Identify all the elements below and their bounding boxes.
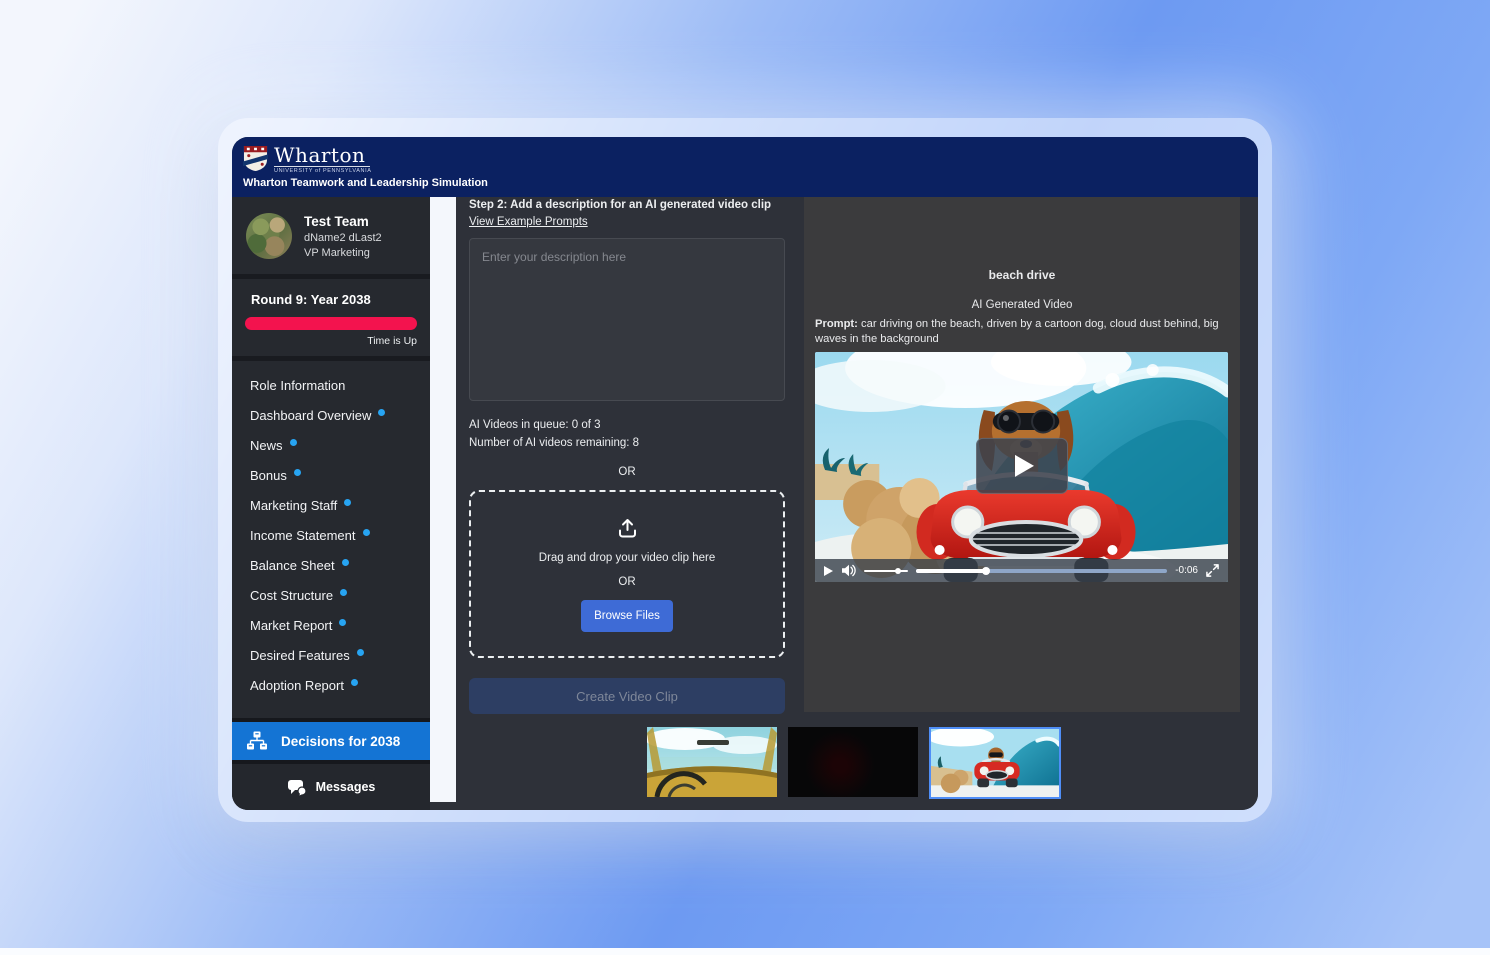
play-overlay-button[interactable] — [976, 438, 1068, 494]
sidebar-item-income-statement[interactable]: Income Statement — [232, 520, 430, 550]
remaining-status: Number of AI videos remaining: 8 — [469, 437, 785, 449]
play-button[interactable] — [824, 566, 833, 576]
volume-icon[interactable] — [841, 564, 856, 577]
team-profile: Test Team dName2 dLast2 VP Marketing — [232, 197, 430, 279]
sidebar-item-label: Income Statement — [250, 528, 356, 543]
play-icon — [1015, 455, 1034, 477]
progress-fill — [916, 569, 986, 573]
round-title: Round 9: Year 2038 — [245, 292, 417, 307]
sidebar-item-cost-structure[interactable]: Cost Structure — [232, 580, 430, 610]
org-chart-icon — [246, 731, 268, 751]
video-prompt: Prompt: car driving on the beach, driven… — [815, 317, 1229, 347]
chat-bubbles-icon — [287, 779, 307, 796]
progress-bar[interactable] — [916, 569, 1167, 573]
video-controls: -0:06 — [815, 559, 1228, 582]
bottom-strip — [0, 948, 1490, 955]
step2-title: Step 2: Add a description for an AI gene… — [469, 199, 785, 211]
notification-dot — [294, 469, 301, 476]
description-input[interactable] — [469, 238, 785, 401]
dropzone-text: Drag and drop your video clip here — [539, 552, 715, 564]
thumbnail-scene — [647, 727, 777, 797]
notification-dot — [351, 679, 358, 686]
desktop-background: Wharton UNIVERSITY of PENNSYLVANIA Whart… — [0, 0, 1490, 955]
thumbnail-beach-drive-selected[interactable] — [929, 727, 1061, 799]
prompt-text: car driving on the beach, driven by a ca… — [815, 318, 1219, 345]
notification-dot — [339, 619, 346, 626]
sidebar-item-decisions[interactable]: Decisions for 2038 — [232, 718, 430, 764]
volume-slider[interactable] — [864, 570, 908, 572]
sidebar-item-desired-features[interactable]: Desired Features — [232, 640, 430, 670]
app-header: Wharton UNIVERSITY of PENNSYLVANIA Whart… — [232, 137, 1258, 197]
sidebar-item-balance-sheet[interactable]: Balance Sheet — [232, 550, 430, 580]
video-player[interactable]: -0:06 — [815, 352, 1228, 582]
fullscreen-icon[interactable] — [1206, 564, 1219, 577]
video-preview-panel: beach drive AI Generated Video Prompt: c… — [804, 197, 1240, 712]
sidebar-item-label: Desired Features — [250, 648, 350, 663]
notification-dot — [290, 439, 297, 446]
team-member: dName2 dLast2 — [304, 232, 382, 244]
messages-label: Messages — [316, 780, 376, 794]
brand-subtitle: UNIVERSITY of PENNSYLVANIA — [274, 168, 372, 174]
sidebar-item-dashboard-overview[interactable]: Dashboard Overview — [232, 400, 430, 430]
sidebar-item-bonus[interactable]: Bonus — [232, 460, 430, 490]
sidebar-item-label: Cost Structure — [250, 588, 333, 603]
brand-divider — [274, 166, 370, 167]
notification-dot — [340, 589, 347, 596]
prompt-label: Prompt: — [815, 318, 858, 330]
decisions-label: Decisions for 2038 — [281, 734, 400, 749]
progress-handle[interactable] — [982, 567, 990, 575]
dropzone-or: OR — [618, 576, 635, 588]
sidebar-item-adoption-report[interactable]: Adoption Report — [232, 670, 430, 700]
notification-dot — [357, 649, 364, 656]
notification-dot — [363, 529, 370, 536]
sidebar-nav: Role Information Dashboard Overview News… — [232, 361, 430, 704]
notification-dot — [378, 409, 385, 416]
team-avatar — [246, 213, 292, 259]
team-role: VP Marketing — [304, 247, 382, 259]
notification-dot — [342, 559, 349, 566]
view-example-prompts-link[interactable]: View Example Prompts — [469, 216, 588, 228]
round-progress-bar — [245, 317, 417, 330]
thumbnail-scene — [931, 729, 1059, 797]
sidebar-item-label: Market Report — [250, 618, 332, 633]
thumbnail-yellow-car-dashboard[interactable] — [647, 727, 777, 797]
sidebar-item-market-report[interactable]: Market Report — [232, 610, 430, 640]
video-dropzone[interactable]: Drag and drop your video clip here OR Br… — [469, 490, 785, 658]
round-section: Round 9: Year 2038 Time is Up — [232, 279, 430, 361]
sidebar: Test Team dName2 dLast2 VP Marketing Rou… — [232, 197, 430, 810]
sidebar-item-role-information[interactable]: Role Information — [232, 370, 430, 400]
wharton-shield-icon — [243, 145, 268, 172]
scrollbar-gutter[interactable] — [430, 197, 456, 802]
team-name: Test Team — [304, 214, 382, 229]
video-clip-form: Step 2: Add a description for an AI gene… — [469, 197, 785, 714]
main-content: Step 2: Add a description for an AI gene… — [456, 197, 1258, 810]
app-window: Wharton UNIVERSITY of PENNSYLVANIA Whart… — [232, 137, 1258, 810]
browse-files-button[interactable]: Browse Files — [581, 600, 673, 632]
sidebar-item-label: Bonus — [250, 468, 287, 483]
sidebar-item-label: Dashboard Overview — [250, 408, 371, 423]
round-time-status: Time is Up — [245, 335, 417, 347]
clip-thumbnails — [647, 727, 1061, 799]
sidebar-item-label: Marketing Staff — [250, 498, 337, 513]
or-divider: OR — [469, 466, 785, 478]
volume-handle[interactable] — [895, 568, 901, 574]
upload-icon — [616, 517, 639, 540]
sidebar-item-label: Adoption Report — [250, 678, 344, 693]
messages-button[interactable]: Messages — [232, 764, 430, 810]
video-type-label: AI Generated Video — [815, 299, 1229, 311]
sidebar-item-label: News — [250, 438, 283, 453]
thumbnail-black-clip[interactable] — [788, 727, 918, 797]
time-remaining: -0:06 — [1175, 565, 1198, 576]
queue-status: AI Videos in queue: 0 of 3 — [469, 419, 785, 431]
sidebar-item-marketing-staff[interactable]: Marketing Staff — [232, 490, 430, 520]
notification-dot — [344, 499, 351, 506]
brand-name: Wharton — [274, 145, 372, 165]
sidebar-item-label: Role Information — [250, 378, 345, 393]
video-title: beach drive — [815, 268, 1229, 282]
create-video-clip-button[interactable]: Create Video Clip — [469, 678, 785, 714]
app-title: Wharton Teamwork and Leadership Simulati… — [243, 177, 1258, 189]
sidebar-item-label: Balance Sheet — [250, 558, 335, 573]
sidebar-item-news[interactable]: News — [232, 430, 430, 460]
